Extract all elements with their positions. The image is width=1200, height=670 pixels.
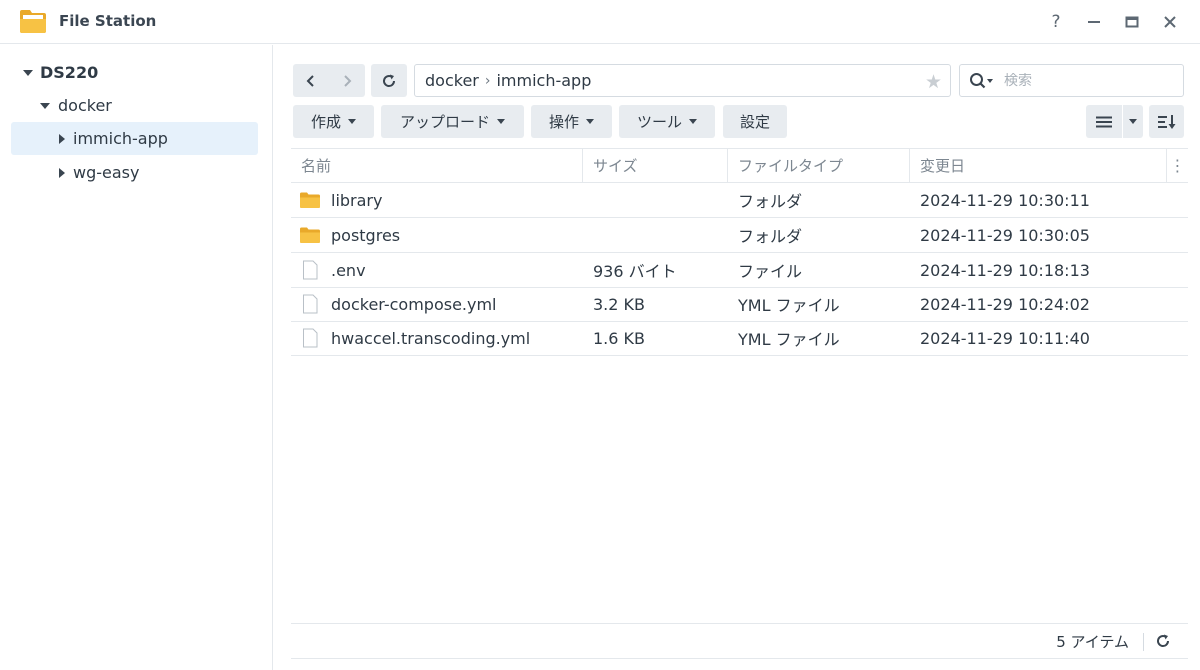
file-type: ファイル [738,262,803,281]
column-header-size[interactable]: サイズ [583,149,728,182]
file-size: 936 バイト [593,262,677,281]
chevron-right-icon [344,74,352,87]
tools-button[interactable]: ツール [619,105,715,138]
file-size: 3.2 KB [593,294,645,314]
tools-button-label: ツール [636,113,682,131]
file-icon [299,287,321,321]
create-button[interactable]: 作成 [293,105,374,138]
sort-button[interactable] [1149,105,1184,138]
status-divider [1143,633,1144,651]
file-type: フォルダ [738,192,803,211]
close-icon[interactable] [1157,9,1183,35]
list-view-icon [1096,116,1112,127]
tree-item-label: docker [58,96,112,115]
file-modified: 2024-11-29 10:30:05 [920,225,1090,245]
sort-icon [1157,114,1175,129]
search-input[interactable] [1004,72,1174,89]
table-row[interactable]: docker-compose.yml 3.2 KB YML ファイル 2024-… [291,287,1188,322]
view-mode-group [1086,105,1143,138]
app-title: File Station [59,12,157,30]
caret-down-icon [497,119,505,124]
refresh-icon [383,74,396,87]
file-modified: 2024-11-29 10:30:11 [920,190,1090,210]
path-separator: › [484,72,491,89]
chevron-left-icon [306,74,314,87]
file-type: フォルダ [738,227,803,246]
tree-root-label: DS220 [40,63,99,82]
maximize-icon[interactable] [1119,9,1145,35]
file-name: .env [331,260,366,280]
favorite-star-icon[interactable]: ★ [925,71,942,93]
file-icon [299,253,321,287]
title-bar: File Station ? [0,0,1200,44]
caret-down-icon [586,119,594,124]
column-header-type[interactable]: ファイルタイプ [728,149,910,182]
tree-item-wg-easy[interactable]: wg-easy [11,156,258,189]
file-size: 1.6 KB [593,328,645,348]
column-header-name[interactable]: 名前 [291,149,583,182]
refresh-icon [1157,634,1170,647]
minimize-icon[interactable] [1081,9,1107,35]
upload-button[interactable]: アップロード [381,105,524,138]
file-modified: 2024-11-29 10:11:40 [920,328,1090,348]
file-modified: 2024-11-29 10:24:02 [920,294,1090,314]
refresh-button[interactable] [371,64,407,97]
search-box [959,64,1184,97]
settings-button[interactable]: 設定 [723,105,787,138]
list-view-button[interactable] [1086,105,1123,138]
file-name: postgres [331,225,401,245]
status-refresh-button[interactable] [1152,630,1174,652]
item-count: 5 アイテム [1056,633,1129,651]
file-name: library [331,190,383,210]
upload-button-label: アップロード [399,113,490,131]
forward-button[interactable] [329,64,365,97]
action-button-label: 操作 [548,113,579,131]
table-row[interactable]: postgres フォルダ 2024-11-29 10:30:05 [291,218,1188,253]
file-modified: 2024-11-29 10:18:13 [920,260,1090,280]
tree-item-immich-app[interactable]: immich-app [11,122,258,155]
table-row[interactable]: .env 936 バイト ファイル 2024-11-29 10:18:13 [291,253,1188,288]
history-nav-group [293,64,365,97]
file-station-app-icon [18,7,48,35]
caret-down-icon [348,119,356,124]
folder-tree-sidebar: DS220 docker immich-app wg-easy [0,45,273,670]
path-bar[interactable]: docker › immich-app ★ [414,64,951,97]
table-row[interactable]: hwaccel.transcoding.yml 1.6 KB YML ファイル … [291,321,1188,356]
path-segment[interactable]: docker [425,71,479,90]
collapse-arrow-icon[interactable] [59,167,65,178]
column-menu-icon[interactable]: ⋮ [1167,149,1188,182]
collapse-arrow-icon[interactable] [59,133,65,144]
tree-root-ds220[interactable]: DS220 [0,56,273,89]
caret-down-icon [1129,119,1137,124]
column-header-modified[interactable]: 変更日 [910,149,1167,182]
expand-arrow-icon[interactable] [40,102,50,109]
settings-button-label: 設定 [739,113,770,131]
search-icon[interactable] [960,65,1004,96]
view-mode-dropdown[interactable] [1123,105,1143,138]
folder-icon [299,218,321,252]
back-button[interactable] [293,64,329,97]
help-icon[interactable]: ? [1043,9,1069,35]
table-row[interactable]: library フォルダ 2024-11-29 10:30:11 [291,183,1188,218]
folder-icon [299,183,321,217]
file-icon [299,321,321,355]
action-button[interactable]: 操作 [531,105,612,138]
file-table-header: 名前 サイズ ファイルタイプ 変更日 ⋮ [291,148,1188,183]
expand-arrow-icon[interactable] [23,69,33,76]
status-bar: 5 アイテム [291,623,1188,659]
path-segment[interactable]: immich-app [496,71,591,90]
file-name: hwaccel.transcoding.yml [331,328,531,348]
tree-item-label: immich-app [73,129,168,148]
tree-item-label: wg-easy [73,163,140,182]
caret-down-icon [689,119,697,124]
file-type: YML ファイル [738,330,840,349]
tree-item-docker[interactable]: docker [0,89,273,122]
file-type: YML ファイル [738,296,840,315]
file-name: docker-compose.yml [331,294,497,314]
create-button-label: 作成 [310,113,341,131]
